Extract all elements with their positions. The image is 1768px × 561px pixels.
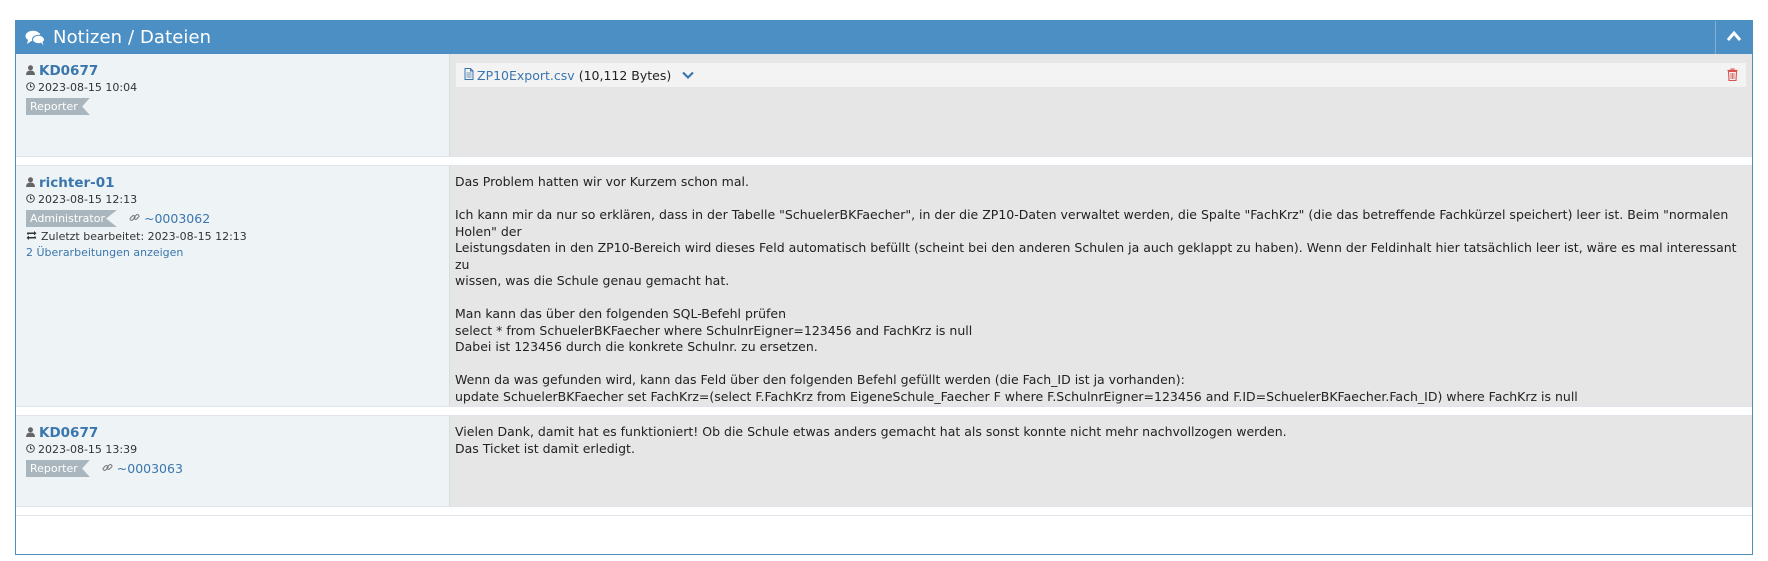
clock-icon [26,81,35,94]
attachment-link[interactable]: ZP10Export.csv [477,68,575,83]
note-text-line: Man kann das über den folgenden SQL-Befe… [455,306,787,321]
note-content-cell: ZP10Export.csv (10,112 Bytes) [450,54,1752,156]
file-icon [464,67,474,83]
note-date-text: 2023-08-15 12:13 [38,193,138,206]
note-row: KD0677 2023-08-15 13:39 Reporter ~000306… [16,416,1752,506]
note-text-line: select * from SchuelerBKFaecher where Sc… [455,322,973,338]
note-author-cell: KD0677 2023-08-15 13:39 Reporter ~000306… [16,416,450,506]
attachment-bar: ZP10Export.csv (10,112 Bytes) [455,62,1747,88]
panel-header: Notizen / Dateien [16,21,1752,54]
note-id: ~0003063 [116,461,183,476]
clock-icon [26,443,35,456]
note-date-text: 2023-08-15 13:39 [38,443,138,456]
chevron-up-icon [1726,30,1742,45]
role-badge: Reporter [26,460,90,477]
note-author-cell: KD0677 2023-08-15 10:04 Reporter [16,54,450,156]
comments-icon [25,30,45,46]
note-row: KD0677 2023-08-15 10:04 Reporter ZP10Exp… [16,54,1752,156]
note-content-cell: Das Problem hatten wir vor Kurzem schon … [450,166,1752,437]
clock-icon [26,193,35,206]
note-date: 2023-08-15 10:04 [26,81,439,94]
note-date: 2023-08-15 13:39 [26,443,439,456]
note-separator [16,156,1752,166]
note-permalink[interactable]: ~0003062 [129,211,210,226]
note-user-name: KD0677 [39,425,99,441]
note-text-line: Wenn da was gefunden wird, kann das Feld… [455,372,1185,387]
note-user-link[interactable]: KD0677 [26,63,439,79]
link-icon [129,211,140,226]
link-icon [102,461,113,476]
show-revisions-link[interactable]: 2 Überarbeitungen anzeigen [26,246,439,259]
note-row: richter-01 2023-08-15 12:13 Administrato… [16,166,1752,437]
last-edited: Zuletzt bearbeitet: 2023-08-15 12:13 [26,230,439,243]
note-text-line: update SchuelerBKFaecher set FachKrz=(se… [455,388,1578,404]
note-user-link[interactable]: KD0677 [26,425,439,441]
chevron-down-icon[interactable] [681,70,695,80]
attachment-size: (10,112 Bytes) [578,67,672,83]
note-separator [16,506,1752,516]
panel-title: Notizen / Dateien [53,27,212,48]
user-icon [26,425,35,441]
note-text-line: Vielen Dank, damit hat es funktioniert! … [455,424,1287,439]
note-date-text: 2023-08-15 10:04 [38,81,138,94]
note-text-line: wissen, was die Schule genau gemacht hat… [455,273,730,288]
note-date: 2023-08-15 12:13 [26,193,439,206]
note-text-line: Ich kann mir da nur so erklären, dass in… [455,207,1729,239]
note-user-name: richter-01 [39,175,115,191]
trash-icon[interactable] [1727,68,1738,84]
note-content-cell: Vielen Dank, damit hat es funktioniert! … [450,416,1752,506]
collapse-button[interactable] [1715,21,1752,54]
note-text-line: Das Ticket ist damit erledigt. [455,440,635,456]
note-text-line: Dabei ist 123456 durch die konkrete Schu… [455,339,818,354]
role-badge: Reporter [26,98,90,115]
note-user-name: KD0677 [39,63,99,79]
note-text-line: Leistungsdaten in den ZP10-Bereich wird … [455,240,1737,272]
user-icon [26,63,35,79]
user-icon [26,175,35,191]
note-separator [16,406,1752,416]
last-edited-text: Zuletzt bearbeitet: 2023-08-15 12:13 [41,230,247,243]
note-author-cell: richter-01 2023-08-15 12:13 Administrato… [16,166,450,406]
notes-files-panel: Notizen / Dateien KD0677 2023-08-15 10:0… [15,20,1753,555]
role-badge: Administrator [26,210,117,227]
note-id: ~0003062 [144,211,211,226]
note-user-link[interactable]: richter-01 [26,175,439,191]
retweet-icon [26,230,37,243]
note-permalink[interactable]: ~0003063 [102,461,183,476]
note-text-line: Das Problem hatten wir vor Kurzem schon … [455,174,749,189]
